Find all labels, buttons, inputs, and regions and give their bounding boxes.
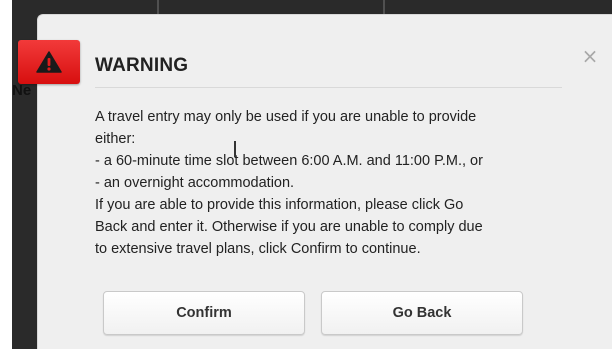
warning-badge — [18, 40, 80, 84]
confirm-button[interactable]: Confirm — [103, 291, 305, 335]
go-back-button[interactable]: Go Back — [321, 291, 523, 335]
message-line: - a 60-minute time slot between 6:00 A.M… — [95, 153, 483, 169]
message-line: Back and enter it. Otherwise if you are … — [95, 219, 483, 235]
message-line: A travel entry may only be used if you a… — [95, 109, 477, 125]
close-button[interactable]: × — [580, 45, 600, 67]
message-line: either: — [95, 131, 136, 147]
warning-triangle-icon — [36, 51, 62, 73]
message-line: - an overnight accommodation. — [95, 175, 295, 191]
dialog-title: WARNING — [95, 55, 189, 76]
message-line: to extensive travel plans, click Confirm… — [95, 241, 421, 257]
background-divider — [157, 0, 159, 14]
screen: Ne WARNING × A travel entry may only be … — [0, 0, 612, 349]
warning-message: A travel entry may only be used if you a… — [95, 106, 565, 260]
message-line: If you are able to provide this informat… — [95, 197, 464, 213]
background-divider — [383, 0, 385, 14]
background-partial-text: Ne — [12, 82, 32, 99]
title-divider — [95, 87, 562, 88]
text-cursor — [234, 141, 236, 157]
